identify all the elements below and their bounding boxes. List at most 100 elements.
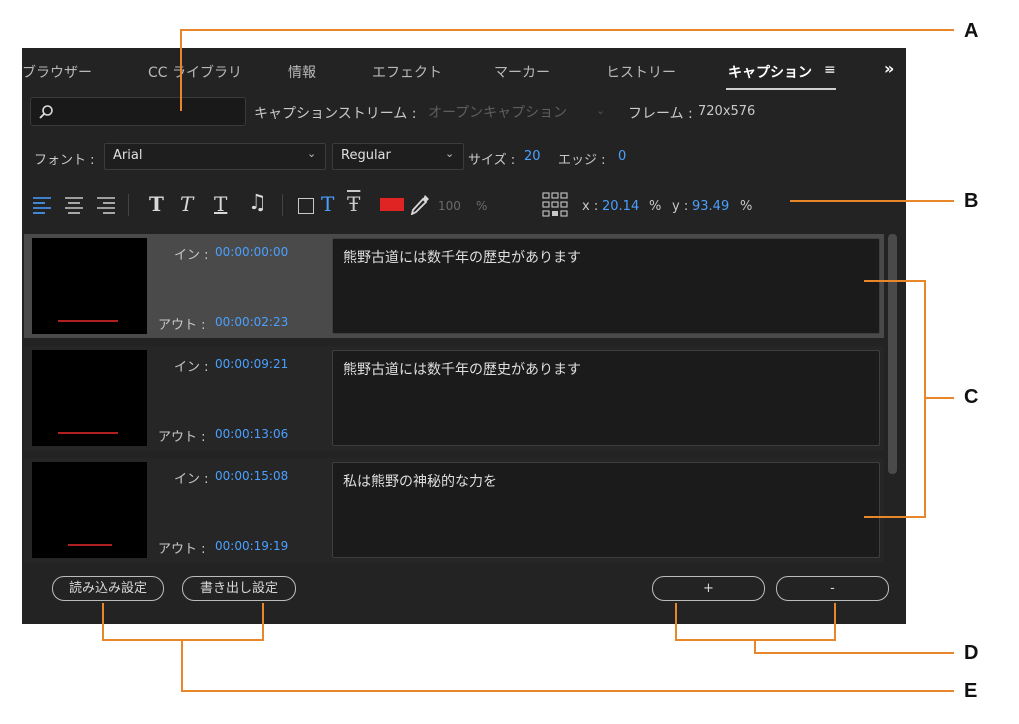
caption-thumbnail [32,462,147,558]
eyedropper-icon[interactable] [410,193,430,215]
callout-letter-c: C [964,386,979,408]
align-center-icon[interactable] [64,196,84,214]
callout-line-d [675,603,677,640]
callout-line-c [924,280,926,518]
in-label: イン : [174,360,209,375]
tab-captions[interactable]: キャプション [728,62,812,82]
callout-line-a [180,29,182,111]
caption-text: 熊野古道には数千年の歴史があります [343,362,581,378]
caption-row[interactable]: イン : 00:00:15:08 アウト : 00:00:19:19 私は熊野の… [24,458,884,562]
callout-line-e [102,639,264,641]
caption-stream-select: オープンキャプション ⌄ [420,97,612,124]
opacity-percent-label: % [476,199,488,213]
caption-text: 私は熊野の神秘的な力を [343,474,497,490]
callout-line-e [262,603,264,640]
in-timecode[interactable]: 00:00:00:00 [215,245,288,259]
italic-icon[interactable]: T [180,192,193,216]
caption-row[interactable]: イン : 00:00:09:21 アウト : 00:00:13:06 熊野古道に… [24,346,884,450]
callout-letter-d: D [964,642,979,664]
tab-history[interactable]: ヒストリー [606,62,676,82]
x-value[interactable]: 20.14 [602,199,639,214]
out-label: アウト : [158,542,206,557]
out-label: アウト : [158,430,206,445]
size-label: サイズ : [468,153,516,168]
edge-label: エッジ : [558,153,606,168]
tab-browser[interactable]: ブラウザー [22,62,92,82]
callout-line-d [754,652,954,654]
font-family-select[interactable]: Arial ⌄ [104,143,326,170]
in-timecode[interactable]: 00:00:09:21 [215,357,288,371]
caption-text-field[interactable]: 私は熊野の神秘的な力を [332,462,880,558]
tab-info[interactable]: 情報 [288,62,316,82]
bold-icon[interactable]: T [149,192,164,216]
align-left-icon[interactable] [32,196,52,214]
background-color-icon[interactable] [298,198,314,214]
thumbnail-caption-line [58,432,118,434]
frame-size-value: 720x576 [698,104,756,119]
chevron-down-icon: ⌄ [307,147,317,160]
callout-letter-b: B [964,190,979,212]
search-input[interactable] [30,97,246,126]
size-value[interactable]: 20 [524,149,541,164]
export-settings-button[interactable]: 書き出し設定 [182,576,296,601]
caption-stream-label: キャプションストリーム : [254,106,417,122]
overflow-chevron-icon[interactable]: » [884,59,894,78]
in-label: イン : [174,472,209,487]
text-color-icon[interactable]: T [321,192,334,216]
captions-panel: ブラウザー CC ライブラリ 情報 エフェクト マーカー ヒストリー キャプショ… [22,48,906,624]
edge-color-icon[interactable]: Ŧ [347,192,360,216]
music-note-icon[interactable]: ♫ [248,190,267,214]
font-label: フォント : [34,153,95,168]
font-style-select[interactable]: Regular ⌄ [332,143,464,170]
out-timecode[interactable]: 00:00:02:23 [215,315,288,329]
callout-line-e [181,690,954,692]
callout-line-e [102,603,104,640]
callout-line-c [864,516,926,518]
underline-icon[interactable]: T [214,192,227,216]
frame-label: フレーム : [628,106,693,122]
caption-text-field[interactable]: 熊野古道には数千年の歴史があります [332,238,880,334]
callout-line-e [181,639,183,692]
remove-caption-button[interactable]: - [776,576,889,601]
toolbar-divider [282,194,283,216]
x-percent-label: % [649,199,662,214]
align-right-icon[interactable] [96,196,116,214]
color-swatch[interactable] [380,198,404,211]
y-label: y : [672,199,689,214]
tab-markers[interactable]: マーカー [494,62,550,82]
edge-value[interactable]: 0 [618,149,626,164]
callout-line-a [180,29,954,31]
import-settings-button[interactable]: 読み込み設定 [52,576,164,601]
caption-row[interactable]: イン : 00:00:00:00 アウト : 00:00:02:23 熊野古道に… [24,234,884,338]
chevron-down-icon: ⌄ [596,104,606,117]
caption-list-scrollbar[interactable] [888,234,897,474]
panel-menu-icon[interactable]: ≡ [824,62,836,78]
y-percent-label: % [740,199,753,214]
active-tab-underline [726,88,836,90]
caption-list: イン : 00:00:00:00 アウト : 00:00:02:23 熊野古道に… [22,230,906,562]
in-label: イン : [174,248,209,263]
opacity-value[interactable]: 100 [438,199,461,213]
position-grid-icon[interactable] [542,192,568,218]
thumbnail-caption-line [68,544,112,546]
out-timecode[interactable]: 00:00:13:06 [215,427,288,441]
in-timecode[interactable]: 00:00:15:08 [215,469,288,483]
search-icon [39,105,53,119]
font-style-value: Regular [341,148,391,163]
caption-stream-value: オープンキャプション [428,105,568,121]
caption-thumbnail [32,238,147,334]
add-caption-button[interactable]: + [652,576,765,601]
callout-line-d [834,603,836,640]
caption-text-field[interactable]: 熊野古道には数千年の歴史があります [332,350,880,446]
callout-line-c [924,397,954,399]
callout-letter-a: A [964,20,979,42]
tab-effects[interactable]: エフェクト [372,62,442,82]
y-value[interactable]: 93.49 [692,199,729,214]
tab-cc-libraries[interactable]: CC ライブラリ [148,62,242,82]
callout-line-b [790,200,954,202]
out-label: アウト : [158,318,206,333]
thumbnail-caption-line [58,320,118,322]
out-timecode[interactable]: 00:00:19:19 [215,539,288,553]
caption-thumbnail [32,350,147,446]
callout-line-c [864,280,926,282]
